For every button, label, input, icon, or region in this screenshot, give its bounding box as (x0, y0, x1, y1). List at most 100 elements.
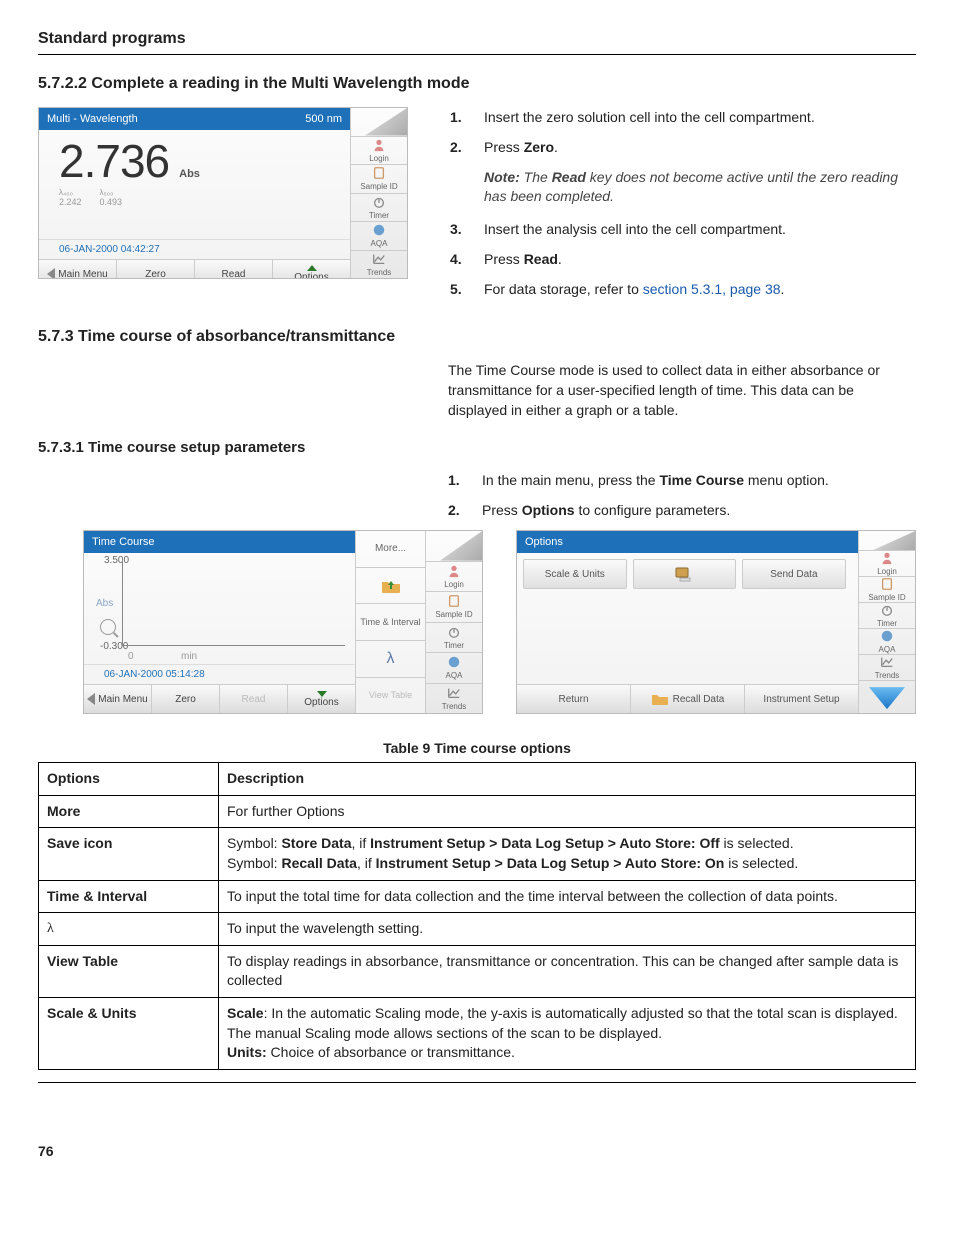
r6b: : In the automatic Scaling mode, the y-a… (264, 1005, 898, 1021)
fig1-side-timer[interactable]: Timer (351, 194, 407, 223)
fig2-main-menu-button[interactable]: Main Menu (84, 685, 152, 713)
up-triangle-icon (307, 265, 317, 271)
s1-n2: 2. (450, 137, 462, 157)
fig3-instrument-setup-button[interactable]: Instrument Setup (745, 685, 858, 713)
td-more-desc: For further Options (219, 795, 916, 828)
r2j: is selected. (724, 855, 798, 871)
sample-id-icon (447, 594, 461, 608)
s1-step2c: . (554, 139, 558, 155)
s1-step1: Insert the zero solution cell into the c… (484, 109, 815, 125)
fig1-reading-value: 2.736 (59, 134, 169, 188)
fig1-side-aqa[interactable]: AQA (351, 222, 407, 251)
fig1-zero-button[interactable]: Zero (117, 260, 195, 279)
s3-step2a: Press (482, 502, 522, 518)
fig1-l500-value: 0.493 (100, 197, 123, 207)
td-scaleunits-desc: Scale: In the automatic Scaling mode, th… (219, 997, 916, 1069)
fig3-side-login[interactable]: Login (859, 551, 915, 577)
td-lambda: λ (39, 913, 219, 946)
fig3-side-aqa[interactable]: AQA (859, 629, 915, 655)
corner-icon (351, 108, 407, 136)
fig1-unit: Abs (179, 168, 200, 180)
fig2-side-trends[interactable]: Trends (426, 684, 482, 714)
figure-time-course: Time Course 3.500 Abs -0.300 0 min 06-JA… (83, 530, 483, 714)
r6e: Choice of absorbance or transmittance. (267, 1044, 515, 1060)
magnifier-icon[interactable] (100, 619, 116, 635)
r6a: Scale (227, 1005, 264, 1021)
s1-n3: 3. (450, 219, 462, 239)
s1-n5: 5. (450, 279, 462, 299)
td-timeinterval: Time & Interval (39, 880, 219, 913)
table-row: Time & Interval To input the total time … (39, 880, 916, 913)
footer-rule (38, 1082, 916, 1083)
fig2-side-login[interactable]: Login (426, 562, 482, 593)
figure-multi-wavelength: Multi - Wavelength 500 nm 2.736 Abs λ₄₀₀… (38, 107, 408, 279)
fig2-side-sampleid[interactable]: Sample ID (426, 592, 482, 623)
note-lead: Note: (484, 169, 520, 185)
fig2-options-button[interactable]: Options (288, 685, 355, 713)
fig2-side-aqa[interactable]: AQA (426, 653, 482, 684)
fig3-side-timer[interactable]: Timer (859, 603, 915, 629)
th-description: Description (219, 763, 916, 796)
r6c: The manual Scaling mode allows sections … (227, 1025, 662, 1041)
fig3-side-sampleid[interactable]: Sample ID (859, 577, 915, 603)
fig2-more-button[interactable]: More... (356, 531, 425, 568)
fig2-lambda-button[interactable]: λ (356, 641, 425, 678)
fig1-titlebar: Multi - Wavelength 500 nm (39, 108, 350, 130)
link-section-5-3-1[interactable]: section 5.3.1, page 38 (643, 281, 781, 297)
r2b: Store Data (281, 835, 351, 851)
fig2-side-timer[interactable]: Timer (426, 623, 482, 654)
s1-step5c: . (781, 281, 785, 297)
fig1-datetime: 06-JAN-2000 04:42:27 (39, 239, 350, 259)
td-viewtable: View Table (39, 945, 219, 997)
corner-icon (859, 531, 915, 550)
fig1-side-corner[interactable] (351, 108, 407, 137)
fig1-side-sampleid[interactable]: Sample ID (351, 165, 407, 194)
s1-step4a: Press (484, 251, 524, 267)
fig3-scale-units-button[interactable]: Scale & Units (523, 559, 627, 589)
fig3-side-wedge[interactable] (859, 681, 915, 713)
fig1-side-trends-label: Trends (367, 268, 392, 277)
fig2-trends-label: Trends (442, 702, 467, 711)
fig3-recall-data-button[interactable]: Recall Data (631, 685, 745, 713)
fig2-save-icon-button[interactable] (356, 568, 425, 605)
fig3-return-label: Return (558, 694, 588, 705)
td-lambda-desc: To input the wavelength setting. (219, 913, 916, 946)
fig1-read-button[interactable]: Read (195, 260, 273, 279)
fig3-side-corner[interactable] (859, 531, 915, 551)
fig3-side-trends[interactable]: Trends (859, 655, 915, 681)
s1-n1: 1. (450, 107, 462, 127)
s3-step2b: Options (522, 502, 575, 518)
section-5-7-3-1: 5.7.3.1 Time course setup parameters (38, 439, 916, 456)
fig2-time-interval-button[interactable]: Time & Interval (356, 604, 425, 641)
fig3-send-data-button[interactable]: Send Data (742, 559, 846, 589)
fig2-side-corner[interactable] (426, 531, 482, 562)
trends-icon (880, 655, 894, 669)
fig1-side-trends[interactable]: Trends (351, 251, 407, 279)
fig2-read-label: Read (242, 694, 266, 705)
fig1-options-button[interactable]: Options (273, 260, 350, 279)
fig3-pc-button[interactable] (633, 559, 737, 589)
fig3-sidebar: Login Sample ID Timer AQA Trends (859, 531, 915, 713)
pc-icon (674, 566, 694, 582)
fig2-timer-label: Timer (444, 641, 464, 650)
fig1-nm: 500 nm (305, 113, 342, 125)
login-icon (447, 564, 461, 578)
fig2-sample-label: Sample ID (435, 610, 472, 619)
down-wedge-icon (869, 687, 905, 709)
table-row: More For further Options (39, 795, 916, 828)
fig2-zero-button[interactable]: Zero (152, 685, 220, 713)
s1-step3: Insert the analysis cell into the cell c… (484, 221, 786, 237)
fig2-xmin: min (181, 651, 197, 662)
fig2-more-label: More... (375, 543, 406, 554)
r2a: Symbol: (227, 835, 281, 851)
fig1-title: Multi - Wavelength (47, 113, 138, 125)
table-caption: Table 9 Time course options (38, 740, 916, 756)
td-more: More (39, 795, 219, 828)
fig2-view-table-button[interactable]: View Table (356, 678, 425, 714)
fig1-side-login[interactable]: Login (351, 137, 407, 166)
fig1-main-menu-button[interactable]: Main Menu (39, 260, 117, 279)
fig2-read-button[interactable]: Read (220, 685, 288, 713)
sample-id-icon (880, 577, 894, 591)
fig1-side-aqa-label: AQA (371, 239, 388, 248)
fig3-return-button[interactable]: Return (517, 685, 631, 713)
